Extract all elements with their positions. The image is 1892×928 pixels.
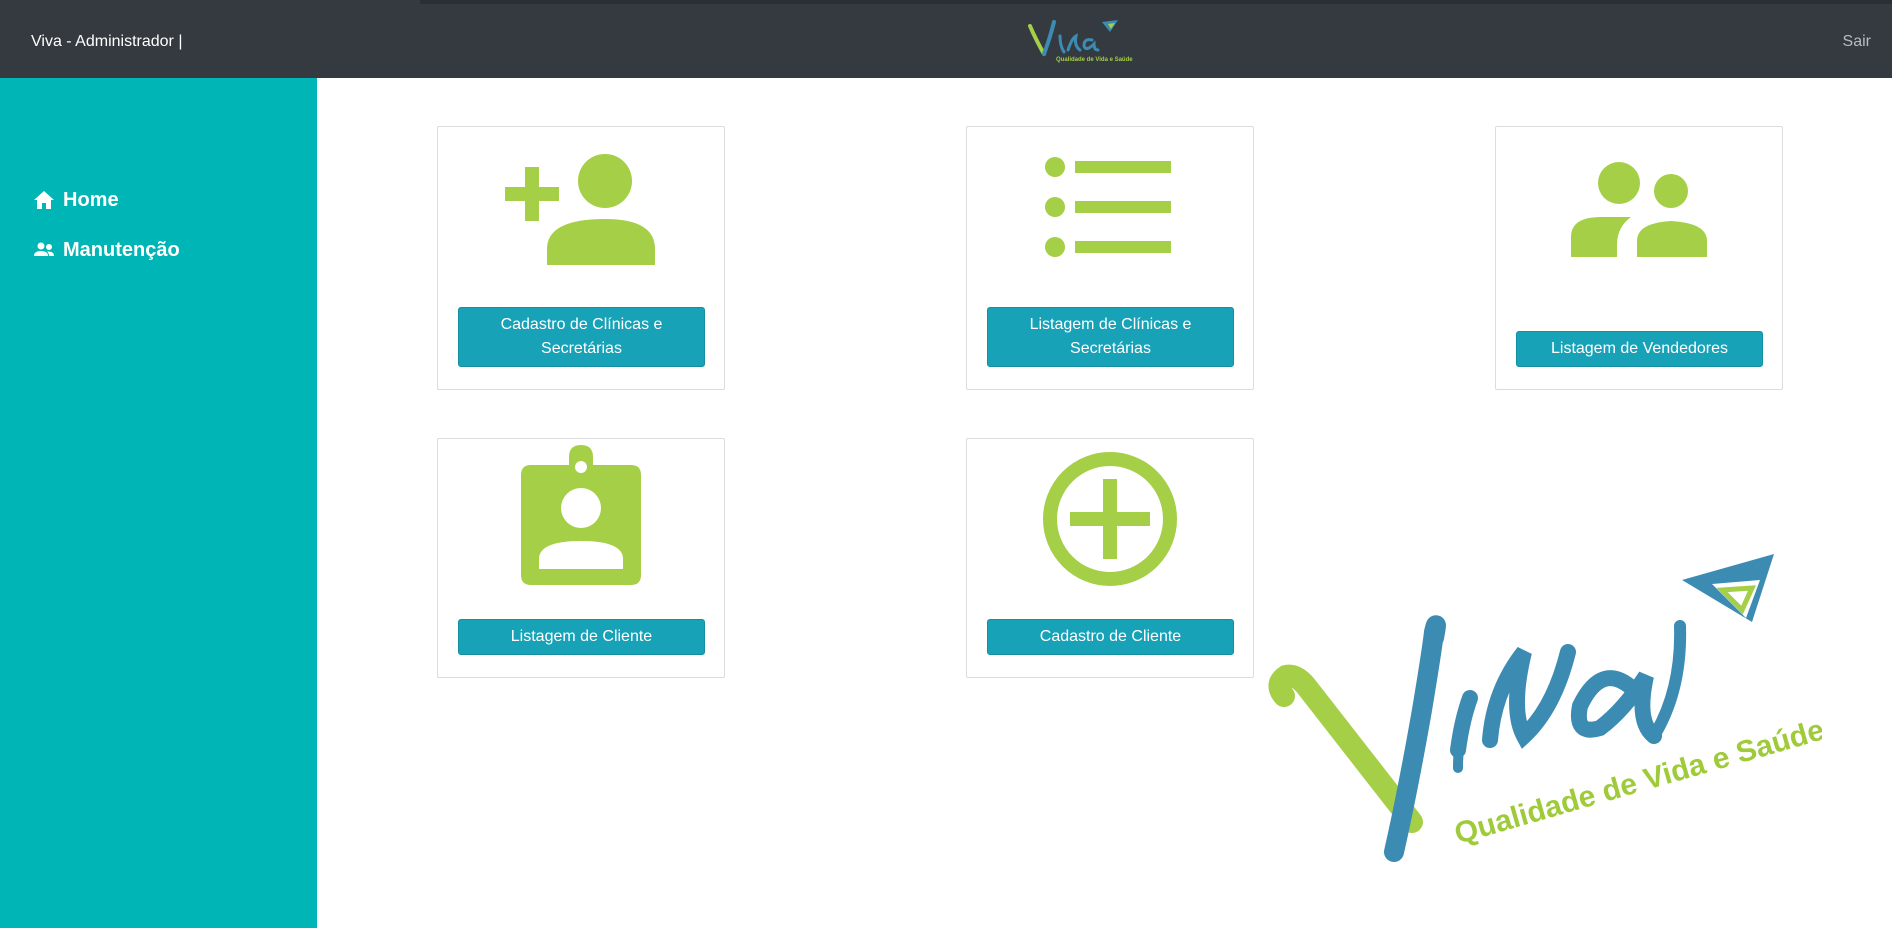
plus-circle-icon — [1043, 452, 1177, 586]
listagem-cliente-button[interactable]: Listagem de Cliente — [458, 619, 705, 655]
home-icon — [32, 188, 56, 212]
viva-watermark-logo: Qualidade de Vida e Saúde — [1268, 554, 1822, 862]
viva-logo[interactable]: Qualidade de Vida e Saúde — [1024, 16, 1134, 64]
card-listagem-clinicas: Listagem de Clínicas e Secretárias — [966, 126, 1254, 390]
cadastro-clinicas-button[interactable]: Cadastro de Clínicas e Secretárias — [458, 307, 705, 367]
cadastro-cliente-button[interactable]: Cadastro de Cliente — [987, 619, 1234, 655]
users-icon — [32, 238, 56, 262]
sidebar: Home Manutenção — [0, 78, 317, 928]
top-navbar: Viva - Administrador | Qualidade de Vida… — [0, 0, 1892, 78]
group-icon — [1571, 162, 1707, 257]
navbar-top-edge — [420, 0, 1892, 4]
sidebar-item-home[interactable]: Home — [32, 188, 119, 212]
add-user-icon — [505, 154, 655, 265]
sidebar-item-label: Home — [63, 189, 119, 211]
card-listagem-vendedores: Listagem de Vendedores — [1495, 126, 1783, 390]
card-cadastro-cliente: Cadastro de Cliente — [966, 438, 1254, 678]
card-listagem-cliente: Listagem de Cliente — [437, 438, 725, 678]
logo-tagline: Qualidade de Vida e Saúde — [1056, 57, 1133, 63]
list-icon — [1045, 157, 1171, 257]
listagem-clinicas-button[interactable]: Listagem de Clínicas e Secretárias — [987, 307, 1234, 367]
page: Viva - Administrador | Qualidade de Vida… — [0, 0, 1892, 928]
watermark-tagline: Qualidade de Vida e Saúde — [1451, 713, 1822, 850]
badge-icon — [521, 445, 641, 585]
card-cadastro-clinicas: Cadastro de Clínicas e Secretárias — [437, 126, 725, 390]
app-title: Viva - Administrador | — [31, 33, 183, 50]
logout-link[interactable]: Sair — [1843, 32, 1871, 52]
listagem-vendedores-button[interactable]: Listagem de Vendedores — [1516, 331, 1763, 367]
sidebar-item-manutencao[interactable]: Manutenção — [32, 238, 180, 262]
sidebar-item-label: Manutenção — [63, 239, 180, 261]
